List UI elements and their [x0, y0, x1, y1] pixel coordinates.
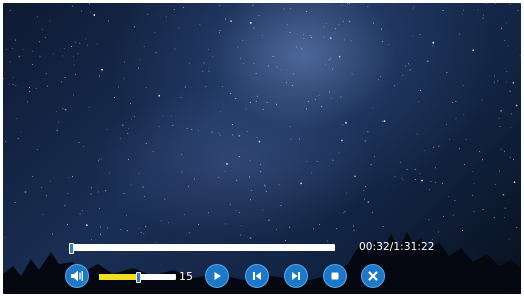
stop-icon [331, 272, 339, 280]
seek-bar[interactable] [68, 243, 335, 254]
speaker-icon [71, 270, 83, 282]
play-icon [214, 272, 221, 280]
close-button[interactable] [361, 264, 385, 288]
previous-button[interactable] [245, 264, 269, 288]
volume-slider-fill [99, 274, 138, 280]
next-button[interactable] [284, 264, 308, 288]
seek-bar-handle[interactable] [68, 243, 74, 254]
close-icon [368, 271, 378, 281]
volume-slider-handle[interactable] [135, 272, 141, 283]
volume-value: 15 [179, 270, 193, 283]
play-button[interactable] [205, 264, 229, 288]
skip-back-icon [253, 272, 261, 280]
volume-button[interactable] [65, 264, 89, 288]
time-display: 00:32/1:31:22 [359, 241, 435, 253]
volume-slider[interactable] [99, 272, 176, 283]
video-frame: 00:32/1:31:22 15 [3, 3, 521, 294]
skip-forward-icon [292, 272, 300, 280]
stop-button[interactable] [323, 264, 347, 288]
